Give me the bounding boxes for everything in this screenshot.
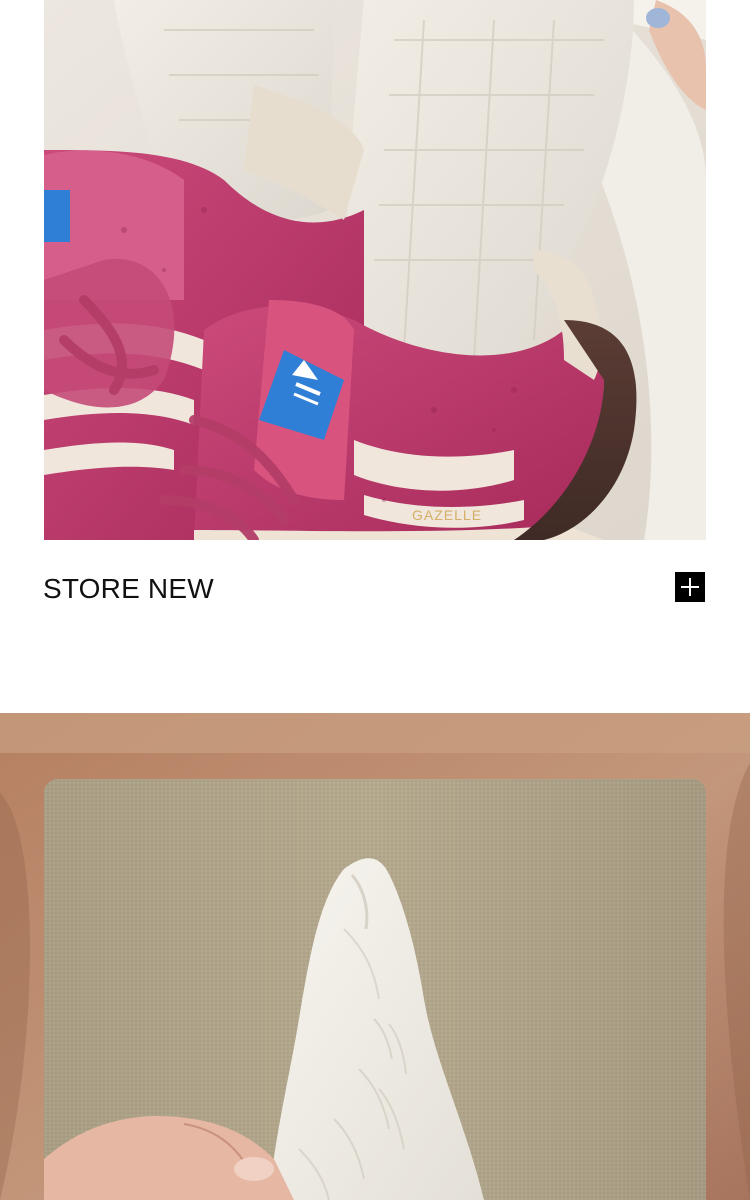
svg-text:GAZELLE: GAZELLE	[412, 507, 482, 523]
product-page: GAZELLE STORE NEW	[0, 0, 750, 1200]
plus-icon-vertical	[689, 578, 691, 596]
sneakers-photo: GAZELLE	[44, 0, 706, 540]
expand-button[interactable]	[675, 572, 705, 602]
section-header: STORE NEW	[43, 568, 705, 610]
sock-foot-photo	[44, 779, 706, 1200]
section-title: STORE NEW	[43, 573, 214, 604]
